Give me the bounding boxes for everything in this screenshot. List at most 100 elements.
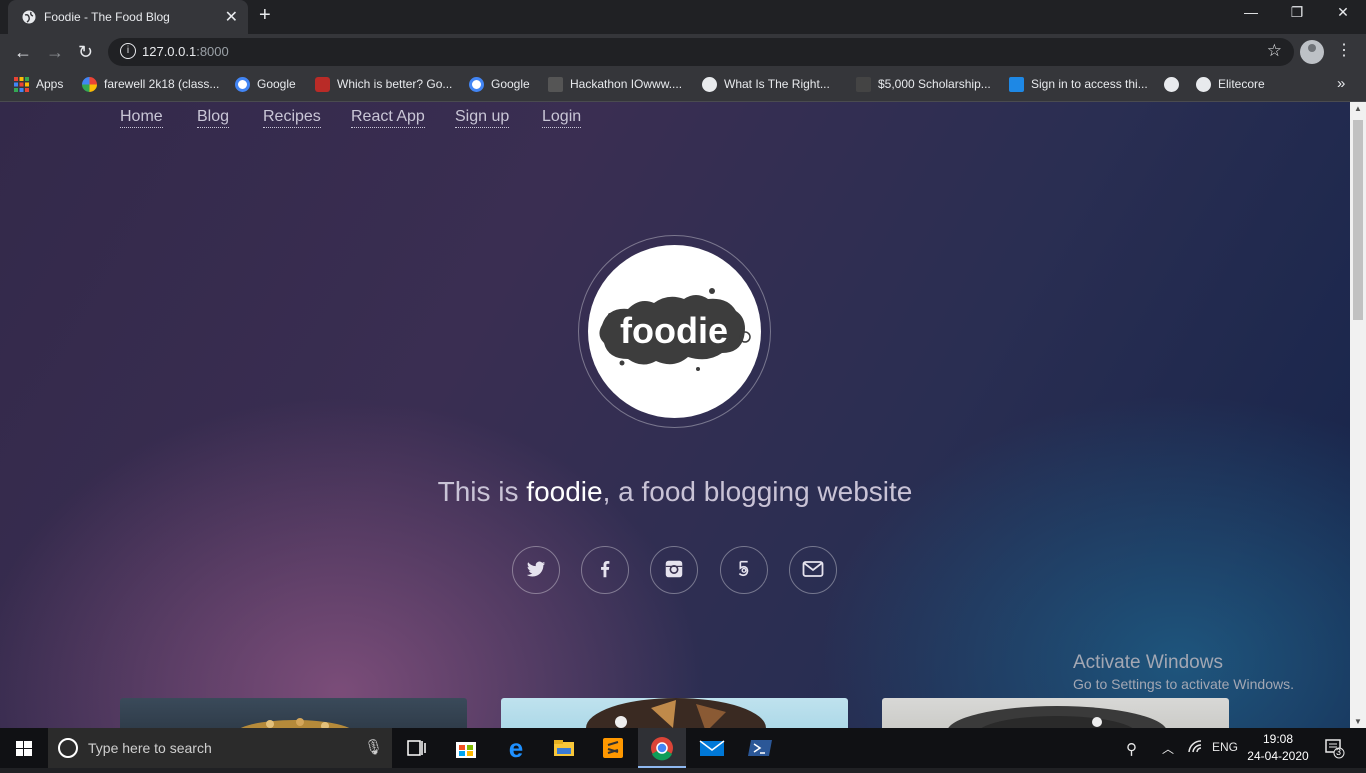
facebook-button[interactable] (581, 546, 629, 594)
site-tagline: This is foodie, a food blogging website (0, 476, 1350, 508)
bookmark-label: Elitecore (1218, 77, 1265, 91)
store-icon (456, 742, 476, 758)
wifi-icon[interactable] (1188, 740, 1204, 757)
browser-tab[interactable]: Foodie - The Food Blog ✕ (8, 0, 248, 34)
bookmark-what-is[interactable]: What Is The Right... (702, 77, 830, 93)
mail-icon (699, 740, 725, 756)
card-image-1 (240, 718, 350, 728)
system-clock[interactable]: 19:08 24-04-2020 (1246, 731, 1310, 765)
chrome-icon (651, 737, 673, 761)
edge-button[interactable]: e (492, 728, 540, 768)
tab-close-icon[interactable]: ✕ (225, 7, 238, 27)
tray-chevron-icon[interactable]: ︿ (1162, 740, 1174, 757)
sublime-icon (603, 738, 623, 758)
globe-icon (22, 10, 36, 24)
file-explorer-button[interactable] (540, 728, 588, 768)
bookmark-label: $5,000 Scholarship... (878, 77, 991, 91)
restore-button[interactable]: ❐ (1274, 4, 1320, 21)
nav-react-app[interactable]: React App (351, 108, 425, 128)
tab-title: Foodie - The Food Blog (44, 10, 170, 24)
bookmark-apps[interactable]: Apps (14, 77, 63, 93)
edge-icon: e (509, 733, 523, 763)
start-button[interactable] (0, 728, 48, 768)
new-tab-button[interactable]: + (259, 4, 271, 27)
store-button[interactable] (442, 728, 490, 768)
wifi-signal-icon (1188, 740, 1202, 753)
address-bar[interactable]: i 127.0.0.1:8000 ☆ (108, 38, 1294, 66)
language-indicator[interactable]: ENG (1212, 740, 1238, 754)
foodie-logo-graphic: foodie (599, 288, 751, 371)
apps-grid-icon (14, 77, 29, 93)
browser-toolbar: ← → ↻ i 127.0.0.1:8000 ☆ ⋮ (0, 34, 1366, 70)
forward-arrow-icon[interactable]: → (46, 42, 64, 63)
nav-blog[interactable]: Blog (197, 108, 230, 128)
profile-avatar[interactable] (1300, 40, 1324, 64)
bookmark-label: What Is The Right... (724, 77, 830, 91)
bookmark-star-icon[interactable]: ☆ (1267, 41, 1282, 61)
reload-icon[interactable]: ↻ (78, 42, 93, 63)
back-arrow-icon[interactable]: ← (14, 42, 32, 63)
task-view-icon (407, 740, 426, 756)
cortana-icon (58, 738, 78, 758)
page-viewport: Home Blog Recipes React App Sign up Logi… (0, 102, 1350, 728)
bookmark-label: Which is better? Go... (337, 77, 453, 91)
bookmark-scholarship[interactable]: $5,000 Scholarship... (856, 77, 991, 93)
scroll-up-icon[interactable]: ▲ (1354, 104, 1362, 113)
powershell-button[interactable] (736, 728, 784, 768)
scrollbar-thumb[interactable] (1353, 120, 1363, 320)
nav-login[interactable]: Login (542, 108, 582, 128)
google-icon (235, 77, 250, 93)
globe-icon (1196, 77, 1211, 93)
scroll-down-icon[interactable]: ▼ (1354, 717, 1362, 726)
quora-icon (315, 77, 330, 93)
email-button[interactable] (789, 546, 837, 594)
bookmark-hackathon[interactable]: Hackathon IOwww.... (548, 77, 683, 93)
bookmark-farewell[interactable]: farewell 2k18 (class... (82, 77, 219, 93)
close-window-button[interactable]: ✕ (1320, 4, 1366, 21)
twitter-icon (526, 561, 546, 577)
bookmarks-overflow-icon[interactable]: » (1337, 75, 1345, 92)
people-icon[interactable]: ⚲ (1126, 740, 1137, 758)
nav-sign-up[interactable]: Sign up (455, 108, 510, 128)
windows-logo-icon (16, 741, 32, 756)
bookmark-sign-in[interactable]: Sign in to access thi... (1009, 77, 1148, 93)
post-card-3[interactable] (882, 698, 1229, 728)
instagram-icon (665, 560, 683, 578)
taskbar-search-box[interactable]: Type here to search 🎙 (48, 728, 392, 768)
task-view-button[interactable] (392, 728, 440, 768)
pinwheel-icon (82, 77, 97, 93)
search-placeholder: Type here to search (88, 740, 212, 756)
microphone-icon[interactable]: 🎙 (364, 738, 383, 756)
bookmark-quora[interactable]: Which is better? Go... (315, 77, 453, 93)
bookmark-google-2[interactable]: Google (469, 77, 530, 93)
bookmark-globe[interactable] (1164, 77, 1186, 93)
nav-recipes[interactable]: Recipes (263, 108, 321, 128)
chrome-button[interactable] (638, 728, 686, 768)
tagline-post: , a food blogging website (602, 476, 913, 507)
sublime-button[interactable] (589, 728, 637, 768)
clock-time: 19:08 (1262, 732, 1294, 746)
post-card-1[interactable] (120, 698, 467, 728)
url-port: :8000 (196, 44, 229, 59)
bookmark-label: Hackathon IOwww.... (570, 77, 683, 91)
instagram-button[interactable] (650, 546, 698, 594)
url-text[interactable]: 127.0.0.1:8000 (142, 44, 229, 59)
mail-button[interactable] (688, 728, 736, 768)
browser-titlebar: Foodie - The Food Blog ✕ + — ❐ ✕ (0, 0, 1366, 34)
post-card-2[interactable] (501, 698, 848, 728)
500px-button[interactable] (720, 546, 768, 594)
notification-count: 3 (1336, 747, 1342, 757)
activate-windows-watermark: Activate Windows Go to Settings to activ… (1073, 652, 1294, 692)
browser-menu-icon[interactable]: ⋮ (1336, 40, 1352, 60)
bookmark-label: Google (491, 77, 530, 91)
bookmark-google-1[interactable]: Google (235, 77, 296, 93)
site-info-icon[interactable]: i (120, 43, 136, 59)
minimize-button[interactable]: — (1228, 4, 1274, 20)
bookmark-elitecore[interactable]: Elitecore (1196, 77, 1265, 93)
notification-icon (1325, 739, 1345, 759)
page-scrollbar[interactable]: ▲ ▼ (1350, 102, 1366, 728)
action-center-button[interactable]: 3 (1324, 737, 1346, 762)
facebook-icon (601, 560, 610, 578)
twitter-button[interactable] (512, 546, 560, 594)
nav-home[interactable]: Home (120, 108, 163, 128)
